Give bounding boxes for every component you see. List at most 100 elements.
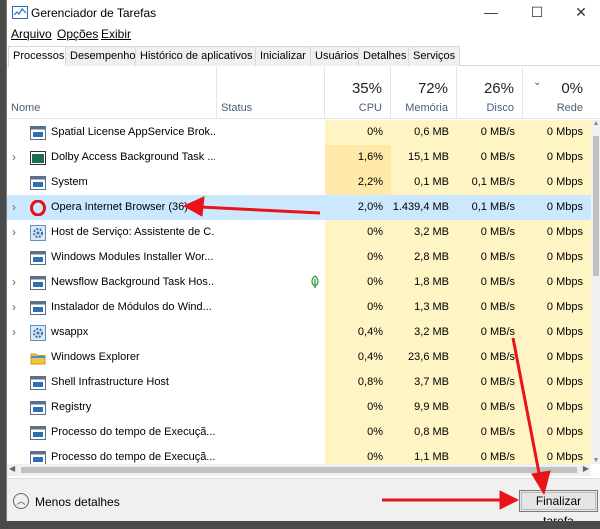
- process-name: Registry: [51, 401, 92, 413]
- expand-chevron-icon[interactable]: ›: [12, 275, 16, 289]
- scroll-left-icon[interactable]: ◀: [9, 464, 15, 473]
- close-button[interactable]: ✕: [559, 0, 600, 26]
- service-window-icon: [30, 425, 46, 440]
- column-cpu[interactable]: 35% CPU: [325, 67, 391, 119]
- footer-bar: ︿ Menos detalhes Finalizar tarefa: [7, 478, 600, 521]
- process-network: 0 Mbps: [523, 395, 591, 420]
- process-disk: 0 MB/s: [457, 145, 523, 170]
- menu-exibir[interactable]: Exibir: [101, 27, 131, 41]
- minimize-button[interactable]: —: [469, 0, 513, 26]
- tab-detalhes[interactable]: Detalhes: [358, 46, 412, 66]
- process-cpu: 0%: [325, 245, 391, 270]
- tab-historico[interactable]: Histórico de aplicativos: [135, 46, 258, 66]
- horizontal-scrollbar[interactable]: ◀ ▶: [7, 464, 591, 476]
- window-title: Gerenciador de Tarefas: [31, 6, 157, 20]
- process-network: 0 Mbps: [523, 220, 591, 245]
- process-row[interactable]: Processo do tempo de Execuçã... 0% 1,1 MB 0…: [7, 445, 591, 464]
- tab-usuarios[interactable]: Usuários: [310, 46, 364, 66]
- collapse-chevron-icon[interactable]: ︿: [13, 493, 29, 509]
- process-network: 0 Mbps: [523, 295, 591, 320]
- tab-strip: Processos Desempenho Histórico de aplica…: [7, 46, 600, 67]
- less-details-link[interactable]: Menos detalhes: [35, 495, 120, 509]
- process-row[interactable]: Processo do tempo de Execuçã... 0% 0,8 MB 0…: [7, 420, 591, 445]
- memory-label: Memória: [405, 102, 448, 114]
- process-memory: 1.439,4 MB: [391, 195, 457, 220]
- process-network: 0 Mbps: [523, 170, 591, 195]
- process-row[interactable]: System 2,2% 0,1 MB 0,1 MB/s 0 Mbps: [7, 170, 591, 195]
- process-disk: 0 MB/s: [457, 420, 523, 445]
- process-row[interactable]: › wsappx 0,4% 3,2 MB 0 MB/s 0 Mbps: [7, 320, 591, 345]
- process-cpu: 0%: [325, 220, 391, 245]
- process-memory: 1,3 MB: [391, 295, 457, 320]
- process-row[interactable]: Registry 0% 9,9 MB 0 MB/s 0 Mbps: [7, 395, 591, 420]
- vertical-scroll-thumb[interactable]: [593, 136, 599, 276]
- horizontal-scroll-thumb[interactable]: [21, 467, 577, 473]
- scroll-right-icon[interactable]: ▶: [583, 464, 589, 473]
- vertical-scrollbar[interactable]: ▲ ▼: [591, 120, 600, 464]
- process-network: 0 Mbps: [523, 145, 591, 170]
- folder-icon: [30, 350, 46, 365]
- process-row[interactable]: Windows Explorer 0,4% 23,6 MB 0 MB/s 0 Mbps: [7, 345, 591, 370]
- column-memory[interactable]: 72% Memória: [391, 67, 457, 119]
- menu-arquivo[interactable]: Arquivo: [11, 27, 52, 41]
- process-row[interactable]: › Newsflow Background Task Hos... 0% 1,8 MB…: [7, 270, 591, 295]
- expand-chevron-icon[interactable]: ›: [12, 325, 16, 339]
- process-memory: 3,2 MB: [391, 320, 457, 345]
- gear-icon: [30, 325, 46, 341]
- process-cpu: 0%: [325, 120, 391, 145]
- expand-chevron-icon[interactable]: ›: [12, 300, 16, 314]
- process-name: Windows Modules Installer Wor...: [51, 251, 214, 263]
- process-network: 0 Mbps: [523, 320, 591, 345]
- menu-opcoes[interactable]: Opções: [57, 27, 98, 41]
- process-row[interactable]: Shell Infrastructure Host 0,8% 3,7 MB 0 MB/…: [7, 370, 591, 395]
- process-memory: 15,1 MB: [391, 145, 457, 170]
- process-name: Processo do tempo de Execuçã...: [51, 426, 215, 438]
- column-name-label: Nome: [11, 102, 41, 114]
- efficiency-leaf-icon: [309, 275, 321, 292]
- end-task-button[interactable]: Finalizar tarefa: [519, 490, 598, 521]
- process-row[interactable]: Windows Modules Installer Wor... 0% 2,8 MB…: [7, 245, 591, 270]
- service-window-icon: [30, 250, 46, 265]
- process-row[interactable]: › Instalador de Módulos do Wind... 0% 1,3 M…: [7, 295, 591, 320]
- gear-icon: [30, 225, 46, 241]
- process-row[interactable]: › Opera Internet Browser (36) 2,0% 1.439,4 …: [7, 195, 591, 220]
- process-network: 0 Mbps: [523, 370, 591, 395]
- column-name[interactable]: Nome: [7, 67, 217, 119]
- tab-desempenho[interactable]: Desempenho: [65, 46, 141, 66]
- network-percent: 0%: [561, 80, 583, 97]
- scroll-down-icon[interactable]: ▼: [591, 457, 600, 464]
- expand-chevron-icon[interactable]: ›: [12, 225, 16, 239]
- process-name: Host de Serviço: Assistente de C...: [51, 226, 215, 238]
- column-network[interactable]: ⌄ 0% Rede: [523, 67, 600, 119]
- process-cpu: 0%: [325, 445, 391, 464]
- process-cpu: 0%: [325, 270, 391, 295]
- process-name: wsappx: [51, 326, 89, 338]
- process-name: Newsflow Background Task Hos...: [51, 276, 215, 288]
- process-disk: 0 MB/s: [457, 370, 523, 395]
- maximize-button[interactable]: ☐: [515, 0, 559, 26]
- tab-processos[interactable]: Processos: [8, 46, 70, 67]
- process-network: 0 Mbps: [523, 195, 591, 220]
- process-cpu: 2,0%: [325, 195, 391, 220]
- process-cpu: 0,4%: [325, 345, 391, 370]
- menu-bar: Arquivo Opções Exibir: [7, 26, 600, 44]
- tab-inicializar[interactable]: Inicializar: [255, 46, 311, 66]
- sort-chevron-icon: ⌄: [533, 77, 542, 88]
- process-row[interactable]: Spatial License AppService Brok... 0% 0,6 …: [7, 120, 591, 145]
- process-memory: 3,7 MB: [391, 370, 457, 395]
- process-row[interactable]: › Host de Serviço: Assistente de C... 0% 3,…: [7, 220, 591, 245]
- process-cpu: 0,4%: [325, 320, 391, 345]
- service-window-icon: [30, 275, 46, 290]
- scroll-up-icon[interactable]: ▲: [591, 120, 600, 127]
- tab-servicos[interactable]: Serviços: [408, 46, 461, 66]
- process-disk: 0 MB/s: [457, 270, 523, 295]
- title-bar: Gerenciador de Tarefas — ☐ ✕: [7, 0, 600, 26]
- cpu-label: CPU: [358, 102, 382, 114]
- expand-chevron-icon[interactable]: ›: [12, 150, 16, 164]
- process-memory: 0,1 MB: [391, 170, 457, 195]
- column-status[interactable]: Status: [217, 67, 325, 119]
- expand-chevron-icon[interactable]: ›: [12, 200, 16, 214]
- column-disk[interactable]: 26% Disco: [457, 67, 523, 119]
- process-cpu: 0,8%: [325, 370, 391, 395]
- process-row[interactable]: › Dolby Access Background Task ... 1,6% 15,…: [7, 145, 591, 170]
